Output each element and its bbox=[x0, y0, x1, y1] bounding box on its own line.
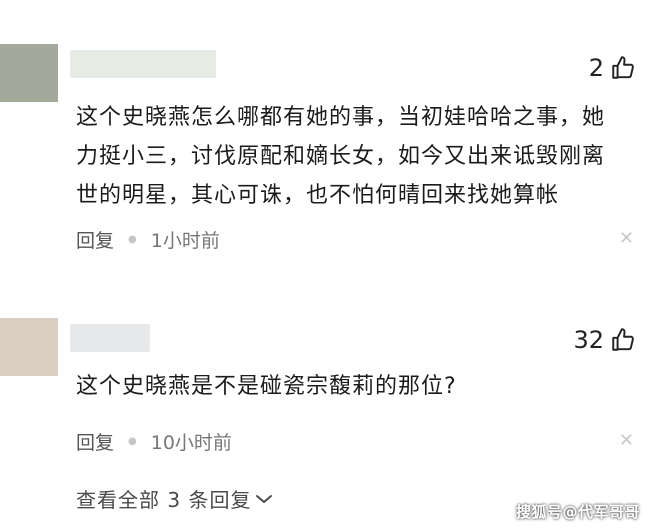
comment-text-line: 世的明星，其心可诛，也不怕何晴回来找她算帐 bbox=[76, 183, 560, 208]
dot-separator: ● bbox=[128, 436, 137, 447]
view-all-replies-button[interactable]: 查看全部 3 条回复 bbox=[76, 484, 273, 513]
like-count: 32 bbox=[573, 326, 604, 354]
view-replies-label: 查看全部 3 条回复 bbox=[76, 488, 252, 512]
thumbs-up-icon bbox=[612, 56, 634, 79]
username-blurred[interactable] bbox=[70, 50, 216, 78]
dot-separator: ● bbox=[128, 234, 137, 245]
comment-text-line: 力挺小三，讨伐原配和嫡长女，如今又出来诋毁刚离 bbox=[76, 144, 606, 169]
like-button[interactable]: 2 bbox=[589, 54, 636, 82]
avatar[interactable] bbox=[0, 44, 58, 102]
avatar[interactable] bbox=[0, 318, 58, 376]
comment-time: 1小时前 bbox=[150, 230, 220, 252]
reply-button[interactable]: 回复 bbox=[76, 428, 114, 455]
comment-meta: 回复 ● 10小时前 bbox=[76, 428, 232, 455]
comment-meta: 回复 ● 1小时前 bbox=[76, 226, 220, 253]
comment-time: 10小时前 bbox=[150, 432, 232, 454]
close-icon[interactable]: ✕ bbox=[619, 228, 634, 249]
close-icon[interactable]: ✕ bbox=[619, 430, 634, 451]
reply-button[interactable]: 回复 bbox=[76, 226, 114, 253]
like-count: 2 bbox=[588, 54, 604, 82]
username-blurred[interactable] bbox=[70, 324, 150, 352]
comment-text: 这个史晓燕怎么哪都有她的事，当初娃哈哈之事，她 力挺小三，讨伐原配和嫡长女，如今… bbox=[76, 98, 636, 215]
thumbs-up-icon bbox=[612, 328, 634, 351]
comment-text-line: 这个史晓燕是不是碰瓷宗馥莉的那位? bbox=[76, 374, 457, 399]
like-button[interactable]: 32 bbox=[573, 326, 636, 354]
chevron-down-icon bbox=[256, 494, 273, 503]
watermark: 搜狐号@代军哥哥 bbox=[515, 503, 640, 521]
comment-text: 这个史晓燕是不是碰瓷宗馥莉的那位? bbox=[76, 367, 636, 406]
comment-text-line: 这个史晓燕怎么哪都有她的事，当初娃哈哈之事，她 bbox=[76, 105, 606, 130]
